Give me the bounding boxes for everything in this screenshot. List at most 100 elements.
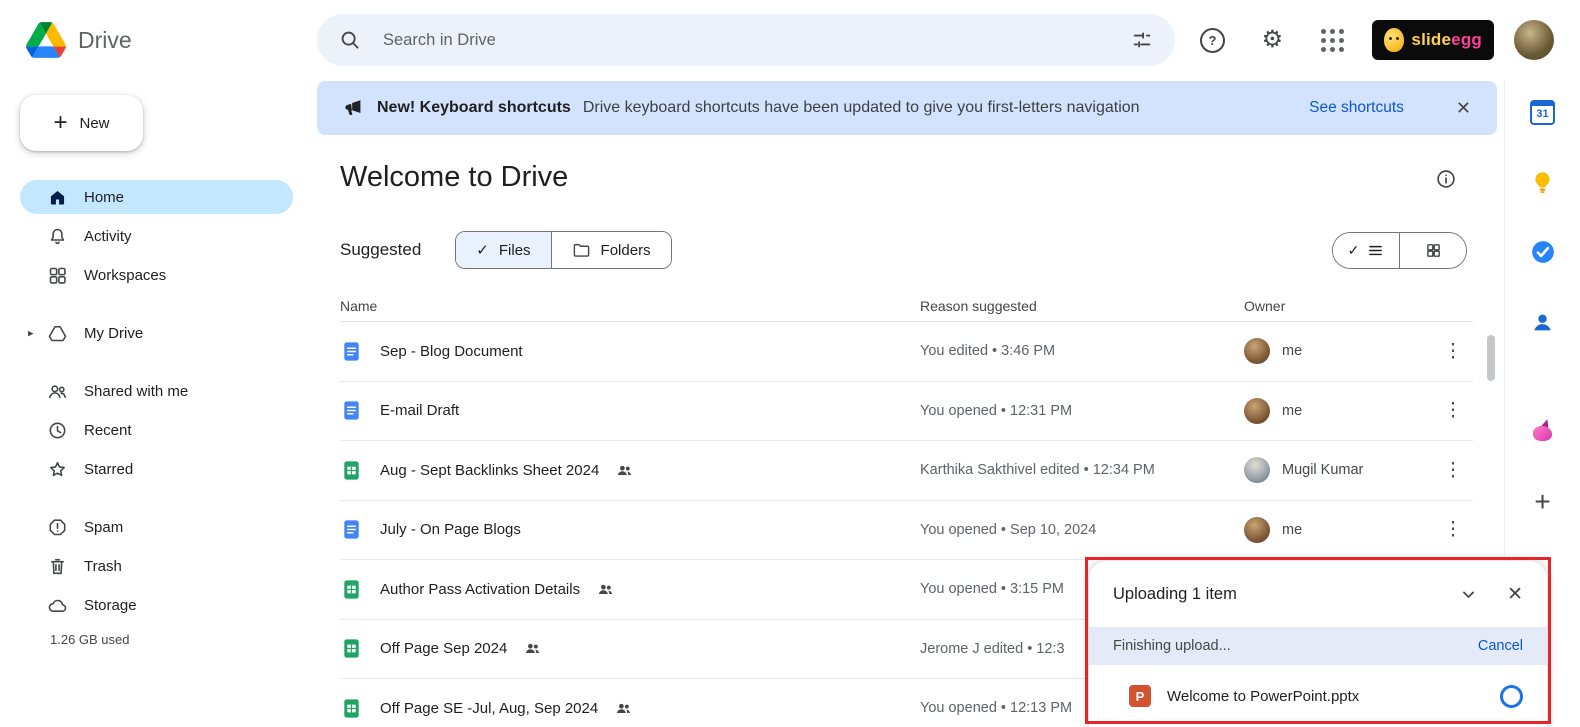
banner-close-icon[interactable]: ✕ bbox=[1456, 98, 1471, 119]
tune-filter-icon[interactable] bbox=[1131, 29, 1153, 51]
suggested-toolbar: Suggested ✓ Files Folders ✓ bbox=[340, 231, 1467, 269]
row-more-menu-icon[interactable]: ⋮ bbox=[1433, 399, 1473, 422]
file-name: Off Page Sep 2024 bbox=[380, 640, 508, 658]
sheet-file-icon bbox=[340, 578, 363, 601]
suggested-label: Suggested bbox=[340, 240, 422, 259]
info-icon[interactable] bbox=[1435, 168, 1457, 190]
banner-title: New! Keyboard shortcuts bbox=[377, 99, 571, 116]
shared-people-icon bbox=[616, 462, 633, 479]
search-input[interactable] bbox=[381, 29, 1111, 51]
folder-icon bbox=[572, 241, 591, 260]
bell-icon bbox=[46, 225, 68, 247]
get-addons-plus-icon[interactable]: + bbox=[1529, 488, 1557, 516]
contacts-icon[interactable] bbox=[1529, 308, 1557, 336]
clock-icon bbox=[46, 419, 68, 441]
cancel-upload-link[interactable]: Cancel bbox=[1478, 638, 1523, 654]
doc-file-icon bbox=[340, 399, 363, 422]
table-row-aug-sept-backlinks-sheet-2024[interactable]: Aug - Sept Backlinks Sheet 2024 Karthika… bbox=[340, 441, 1473, 501]
drive-logo-area[interactable]: Drive bbox=[0, 22, 317, 58]
row-more-menu-icon[interactable]: ⋮ bbox=[1433, 340, 1473, 363]
shared-people-icon bbox=[615, 700, 632, 717]
doc-file-icon bbox=[340, 518, 363, 541]
owner-avatar bbox=[1244, 516, 1270, 543]
file-name: Author Pass Activation Details bbox=[380, 580, 581, 598]
new-button[interactable]: + New bbox=[20, 95, 143, 151]
sidebar-item-shared-with-me[interactable]: ▸ Shared with me bbox=[20, 374, 293, 408]
search-bar[interactable] bbox=[317, 14, 1175, 66]
row-more-menu-icon[interactable]: ⋮ bbox=[1433, 518, 1473, 541]
sidebar-item-recent[interactable]: ▸ Recent bbox=[20, 413, 293, 447]
keyboard-shortcuts-banner: New! Keyboard shortcuts Drive keyboard s… bbox=[317, 81, 1497, 135]
slideegg-brand-text: slideegg bbox=[1411, 30, 1482, 49]
chip-folders[interactable]: Folders bbox=[550, 232, 671, 268]
calendar-icon[interactable]: 31 bbox=[1529, 98, 1557, 126]
list-view-button[interactable]: ✓ bbox=[1333, 232, 1399, 268]
table-row-july-on-page-blogs[interactable]: July - On Page Blogs You opened • Sep 10… bbox=[340, 500, 1473, 560]
keep-icon[interactable] bbox=[1529, 168, 1557, 196]
table-row-e-mail-draft[interactable]: E-mail Draft You opened • 12:31 PM me ⋮ bbox=[340, 381, 1473, 441]
apps-grid-icon[interactable] bbox=[1312, 20, 1352, 60]
file-name: Aug - Sept Backlinks Sheet 2024 bbox=[380, 461, 600, 479]
column-name: Name bbox=[340, 298, 378, 314]
shared-people-icon bbox=[597, 581, 614, 598]
sidebar-item-trash[interactable]: ▸ Trash bbox=[20, 549, 293, 583]
sidebar-item-starred[interactable]: ▸ Starred bbox=[20, 452, 293, 486]
grid-view-button[interactable] bbox=[1399, 232, 1466, 268]
see-shortcuts-link[interactable]: See shortcuts bbox=[1309, 99, 1404, 117]
scrollbar-thumb[interactable] bbox=[1487, 335, 1495, 381]
doc-file-icon bbox=[340, 340, 363, 363]
star-icon bbox=[46, 458, 68, 480]
column-owner: Owner bbox=[1244, 298, 1286, 314]
owner-avatar bbox=[1244, 338, 1270, 365]
owner-name: me bbox=[1282, 402, 1303, 419]
page-title: Welcome to Drive bbox=[340, 161, 569, 193]
tasks-icon[interactable] bbox=[1529, 238, 1557, 266]
reason-suggested: You edited • 3:46 PM bbox=[920, 343, 1056, 360]
sidebar-item-home[interactable]: ▸ Home bbox=[20, 180, 293, 214]
help-icon[interactable]: ? bbox=[1192, 20, 1232, 60]
upload-title: Uploading 1 item bbox=[1113, 584, 1237, 603]
sidebar-item-spam[interactable]: ▸ Spam bbox=[20, 510, 293, 544]
sidebar-item-activity[interactable]: ▸ Activity bbox=[20, 219, 293, 253]
owner-avatar bbox=[1244, 457, 1270, 484]
settings-gear-icon[interactable]: ⚙ bbox=[1252, 20, 1292, 60]
addon-icon[interactable] bbox=[1529, 417, 1557, 446]
row-more-menu-icon[interactable]: ⋮ bbox=[1433, 459, 1473, 482]
view-toggle: ✓ bbox=[1332, 231, 1467, 269]
shared-people-icon bbox=[524, 640, 541, 657]
slideegg-logo-icon bbox=[1384, 28, 1405, 52]
trash-icon bbox=[46, 555, 68, 577]
chevron-down-icon[interactable] bbox=[1460, 586, 1477, 603]
sidebar-item-storage[interactable]: ▸ Storage bbox=[20, 588, 293, 622]
upload-file-name: Welcome to PowerPoint.pptx bbox=[1167, 687, 1360, 705]
upload-file-row: P Welcome to PowerPoint.pptx bbox=[1089, 665, 1547, 727]
account-avatar[interactable] bbox=[1514, 20, 1554, 60]
close-icon[interactable]: ✕ bbox=[1507, 583, 1523, 606]
megaphone-icon bbox=[343, 97, 365, 119]
drive-icon bbox=[46, 322, 68, 344]
file-name: Off Page SE -Jul, Aug, Sep 2024 bbox=[380, 699, 599, 717]
powerpoint-icon: P bbox=[1129, 685, 1151, 707]
sidebar-item-my-drive[interactable]: ▸ My Drive bbox=[20, 316, 293, 350]
file-name: Sep - Blog Document bbox=[380, 342, 523, 360]
sidebar-item-workspaces[interactable]: ▸ Workspaces bbox=[20, 258, 293, 292]
app-title: Drive bbox=[78, 26, 132, 53]
upload-status-text: Finishing upload... bbox=[1113, 638, 1231, 654]
owner-name: Mugil Kumar bbox=[1282, 462, 1364, 479]
expand-caret-icon[interactable]: ▸ bbox=[28, 327, 34, 340]
header-actions: ? ⚙ slideegg bbox=[1192, 0, 1554, 80]
cloud-icon bbox=[46, 594, 68, 616]
table-header: Name Reason suggested Owner bbox=[340, 291, 1473, 322]
plus-icon: + bbox=[53, 109, 68, 136]
upload-panel-header: Uploading 1 item ✕ bbox=[1089, 561, 1547, 627]
drive-logo-icon bbox=[26, 22, 66, 58]
people-icon bbox=[46, 380, 68, 402]
chip-files[interactable]: ✓ Files bbox=[456, 232, 551, 268]
column-reason: Reason suggested bbox=[920, 298, 1037, 314]
banner-message: Drive keyboard shortcuts have been updat… bbox=[582, 99, 1140, 116]
slideegg-brand-badge[interactable]: slideegg bbox=[1372, 20, 1494, 60]
check-icon: ✓ bbox=[476, 242, 489, 259]
owner-name: me bbox=[1282, 343, 1303, 360]
search-icon[interactable] bbox=[339, 29, 361, 51]
table-row-sep-blog-document[interactable]: Sep - Blog Document You edited • 3:46 PM… bbox=[340, 322, 1473, 382]
